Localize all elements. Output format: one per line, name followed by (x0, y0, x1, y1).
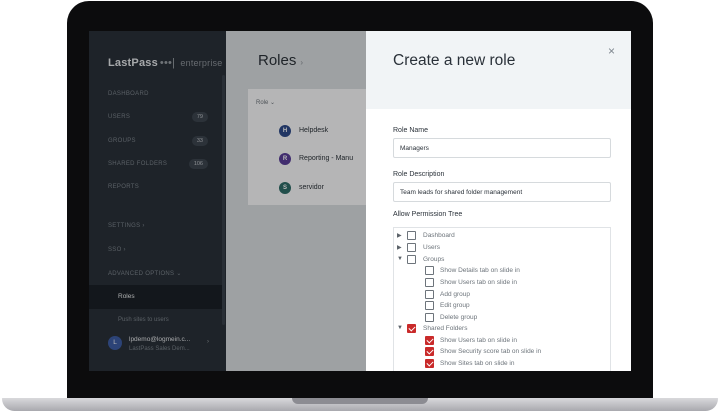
permission-checkbox[interactable] (425, 278, 434, 287)
app-screen: LastPass •••| enterprise DASHBOARD USERS … (89, 31, 631, 371)
role-name-input[interactable]: Managers (393, 138, 611, 158)
permission-checkbox[interactable] (425, 347, 434, 356)
laptop-mockup: LastPass •••| enterprise DASHBOARD USERS … (0, 0, 720, 417)
caret-down-icon[interactable]: ▼ (397, 325, 405, 331)
permission-checkbox[interactable] (425, 301, 434, 310)
permission-tree-label: Allow Permission Tree (393, 211, 463, 218)
shared-folders-checkbox[interactable] (407, 324, 416, 333)
tree-item-label: Groups (423, 256, 445, 263)
permission-checkbox[interactable] (425, 359, 434, 368)
role-description-label: Role Description (393, 171, 445, 178)
tree-item-label: Add group (440, 291, 470, 298)
laptop-base-notch (292, 398, 428, 404)
create-role-panel: Create a new role × Role Name Managers R… (366, 31, 631, 371)
tree-item-label: Dashboard (423, 232, 455, 239)
groups-checkbox[interactable] (407, 255, 416, 264)
tree-item-label: Edit group (440, 302, 470, 309)
permission-checkbox[interactable] (425, 290, 434, 299)
caret-down-icon[interactable]: ▼ (397, 256, 405, 262)
permission-tree: ▶ Dashboard ▶ Users ▼ Groups Show Detail… (393, 227, 611, 371)
caret-right-icon[interactable]: ▶ (397, 232, 405, 239)
tree-item-label: Shared Folders (423, 325, 468, 332)
tree-item-label: Show Details tab on slide in (440, 267, 520, 274)
tree-item-label: Show Security score tab on slide in (440, 348, 542, 355)
close-icon[interactable]: × (608, 44, 615, 58)
tree-item-label: Show Users tab on slide in (440, 279, 517, 286)
modal-overlay[interactable] (89, 31, 366, 371)
permission-checkbox[interactable] (425, 336, 434, 345)
tree-item-label: Show Users tab on slide in (440, 337, 517, 344)
panel-header (366, 31, 631, 109)
permission-checkbox[interactable] (425, 266, 434, 275)
tree-item-label: Delete group (440, 314, 478, 321)
users-checkbox[interactable] (407, 243, 416, 252)
role-description-input[interactable]: Team leads for shared folder management (393, 182, 611, 202)
dashboard-checkbox[interactable] (407, 231, 416, 240)
tree-item-label: Show Sites tab on slide in (440, 360, 515, 367)
caret-right-icon[interactable]: ▶ (397, 244, 405, 251)
panel-title: Create a new role (393, 52, 516, 69)
permission-checkbox[interactable] (425, 313, 434, 322)
role-name-label: Role Name (393, 127, 429, 134)
tree-item-label: Users (423, 244, 440, 251)
